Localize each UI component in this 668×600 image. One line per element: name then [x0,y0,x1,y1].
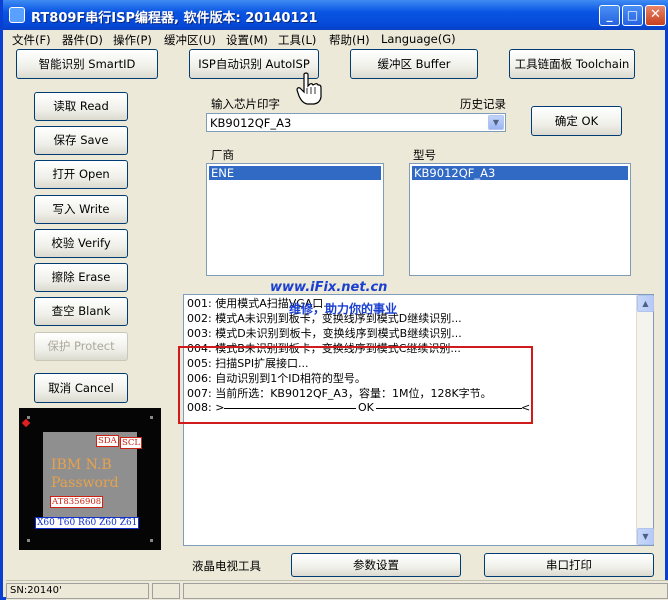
protect-button[interactable]: 保护 Protect [34,332,128,361]
menu-file[interactable]: 文件(F) [12,32,51,48]
toolchain-button[interactable]: 工具链面板 Toolchain [509,49,635,79]
chip-marking-value: KB9012QF_A3 [210,116,292,130]
serial-number-field: SN:20140' [6,583,149,599]
vendor-list[interactable]: ENE [206,163,384,276]
chip-pin [27,539,30,542]
open-button[interactable]: 打开 Open [34,160,128,189]
maximize-button[interactable]: □ [622,5,643,26]
chip-pin [27,416,30,419]
watermark-url: www.iFix.net.cn [270,280,388,295]
model-list[interactable]: KB9012QF_A3 [409,163,631,276]
serial-print-button[interactable]: 串口打印 [484,553,654,577]
vendor-label: 厂商 [211,148,234,162]
menu-device[interactable]: 器件(D) [62,32,103,48]
sda-tag: SDA [96,435,119,447]
chip-models-tag: X60 T60 R60 Z60 Z61 [35,517,140,529]
scroll-up-icon[interactable]: ▲ [637,295,654,312]
title-bar[interactable]: RT809F串行ISP编程器, 软件版本: 20140121 _ □ ✕ [3,0,668,30]
menu-language[interactable]: Language(G) [381,32,456,46]
menu-tools[interactable]: 工具(L) [278,32,316,48]
history-label: 历史记录 [460,97,506,111]
chip-brand-text: IBM N.B [51,457,112,473]
blank-check-button[interactable]: 查空 Blank [34,297,128,326]
read-button[interactable]: 读取 Read [34,92,128,121]
smartid-button[interactable]: 智能识别 SmartID [16,49,158,79]
chip-part-tag: AT8356908 [50,496,104,508]
lcd-tools-label: 液晶电视工具 [192,559,261,573]
minimize-button[interactable]: _ [599,5,620,26]
params-button[interactable]: 参数设置 [291,553,461,577]
main-window: RT809F串行ISP编程器, 软件版本: 20140121 _ □ ✕ 文件(… [0,0,668,600]
verify-button[interactable]: 校验 Verify [34,229,128,258]
model-label: 型号 [413,148,436,162]
status-field-3 [183,583,668,599]
confirm-button[interactable]: 确定 OK [531,106,622,136]
write-button[interactable]: 写入 Write [34,195,128,224]
log-line: 003: 模式D未识别到板卡，变换线序到模式B继续识别... [187,327,462,340]
red-highlight-box [178,346,533,424]
chip-pin [150,539,153,542]
buffer-button[interactable]: 缓冲区 Buffer [350,49,478,79]
hand-cursor-icon [296,72,322,105]
chevron-down-icon[interactable]: ▼ [488,115,504,130]
chip-image: SDA SCL IBM N.B Password AT8356908 X60 T… [19,408,161,550]
status-bar: SN:20140' [6,580,668,600]
menu-buffer[interactable]: 缓冲区(U) [164,32,216,48]
menu-bar: 文件(F) 器件(D) 操作(P) 缓冲区(U) 设置(M) 工具(L) 帮助(… [6,30,668,48]
watermark-slogan: 维修，助力你的事业 [289,302,398,316]
close-button[interactable]: ✕ [645,5,666,26]
erase-button[interactable]: 擦除 Erase [34,263,128,292]
status-field-2 [152,583,180,599]
save-button[interactable]: 保存 Save [34,126,128,155]
pin1-marker-icon [21,418,31,428]
chip-marking-combo[interactable]: KB9012QF_A3 ▼ [206,113,506,132]
log-scrollbar[interactable]: ▲ ▼ [636,295,654,545]
chip-password-text: Password [51,475,119,491]
cancel-button[interactable]: 取消 Cancel [34,373,128,403]
scl-tag: SCL [120,437,142,449]
window-title: RT809F串行ISP编程器, 软件版本: 20140121 [31,11,318,26]
scroll-down-icon[interactable]: ▼ [637,528,654,545]
app-icon [9,7,25,23]
model-list-item[interactable]: KB9012QF_A3 [412,166,628,180]
menu-help[interactable]: 帮助(H) [329,32,370,48]
vendor-list-item[interactable]: ENE [209,166,381,180]
chip-pin [150,416,153,419]
chip-marking-label: 输入芯片印字 [211,97,280,111]
menu-settings[interactable]: 设置(M) [226,32,268,48]
menu-operation[interactable]: 操作(P) [113,32,152,48]
